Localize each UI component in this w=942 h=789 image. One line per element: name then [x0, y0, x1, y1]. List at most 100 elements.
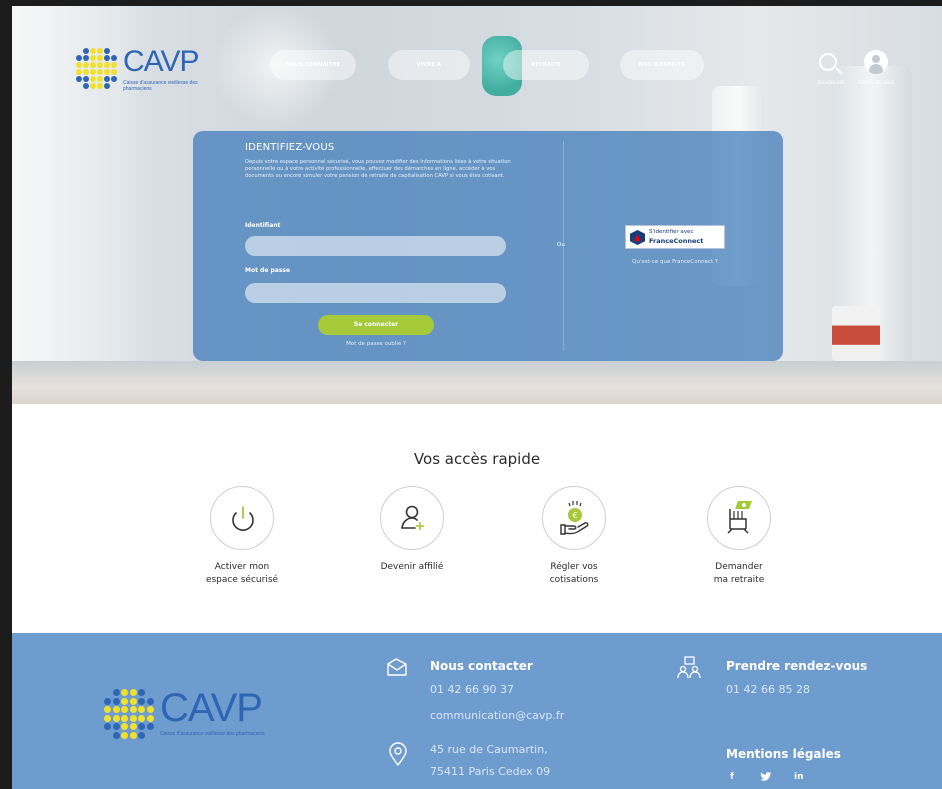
- logo-dot: [97, 48, 103, 54]
- logo-dot: [146, 706, 154, 713]
- logo-dot: [112, 706, 120, 713]
- quick-access-label: Devenir affilié: [352, 561, 472, 574]
- logo-dot: [97, 55, 103, 61]
- logo-dot: [121, 731, 128, 739]
- page: CAVP Caisse d'assurance vieillesse des p…: [12, 6, 942, 789]
- logo-dot: [104, 714, 111, 722]
- logo-dot: [112, 714, 120, 722]
- logo-dot: [138, 731, 145, 739]
- hero-box: [832, 306, 880, 361]
- logo-dot: [90, 76, 96, 82]
- nav-item-retraite[interactable]: RETRAITE: [503, 50, 589, 80]
- quick-access-label: Régler vos cotisations: [514, 561, 634, 587]
- nav-item-nos-bienfaits[interactable]: NOS BIENFAITS: [620, 50, 704, 80]
- logo-dot: [138, 706, 145, 713]
- quick-access-label-line1: Régler vos: [550, 562, 598, 572]
- contact-phone[interactable]: 01 42 66 90 37: [430, 683, 514, 696]
- logo-dot: [76, 55, 82, 61]
- logo-dot: [90, 62, 96, 68]
- logo-dot: [111, 76, 117, 82]
- appointment-title[interactable]: Prendre rendez-vous: [726, 659, 867, 673]
- search-icon-handle: [835, 67, 843, 75]
- logo-dot: [129, 706, 137, 713]
- appointment-phone[interactable]: 01 42 66 85 28: [726, 683, 810, 696]
- logo-dot: [83, 69, 89, 75]
- account-button[interactable]: ESPACE SÉCURISÉ: [858, 50, 894, 98]
- mail-icon: [387, 658, 407, 676]
- logo[interactable]: CAVP Caisse d'assurance vieillesse des p…: [76, 46, 216, 98]
- logo-dot: [97, 76, 103, 82]
- quick-access-label-line2: espace sécurisé: [205, 575, 279, 585]
- quick-access-circle: [707, 486, 771, 550]
- logo-dot: [76, 76, 82, 82]
- logo-dot: [90, 48, 96, 54]
- logo-dot: [83, 83, 89, 89]
- logo-dot: [83, 48, 89, 54]
- franceconnect-button[interactable]: S'identifier avec FranceConnect: [625, 225, 725, 249]
- logo-dot: [112, 689, 120, 696]
- logo-dot: [129, 723, 137, 730]
- identifiant-label: Identifiant: [245, 222, 281, 229]
- logo-dot: [104, 723, 111, 730]
- logo-dot: [104, 69, 110, 75]
- login-title: IDENTIFIEZ-VOUS: [245, 142, 335, 153]
- retirement-chair-icon: [727, 501, 752, 534]
- logo-dot: [112, 697, 120, 705]
- legal-link[interactable]: Mentions légales: [726, 747, 841, 761]
- linkedin-link[interactable]: in: [794, 772, 804, 782]
- logo-dot: [104, 76, 110, 82]
- logo-dot: [121, 723, 128, 730]
- search-button[interactable]: RECHERCHER: [815, 50, 845, 88]
- power-icon: [232, 506, 254, 531]
- logo-dot: [138, 689, 145, 696]
- logo-dot: [121, 689, 128, 696]
- login-description: Depuis votre espace personnel sécurisé, …: [245, 159, 511, 180]
- logo-dots-icon: [104, 689, 156, 741]
- logo-dot: [76, 62, 82, 68]
- or-label: Ou: [557, 242, 565, 248]
- login-card: IDENTIFIEZ-VOUS Depuis votre espace pers…: [193, 131, 783, 361]
- password-input[interactable]: [245, 283, 506, 303]
- facebook-link[interactable]: f: [730, 772, 734, 782]
- logo-dot: [104, 48, 110, 54]
- footer-logo-text: CAVP: [160, 686, 263, 730]
- logo-dot: [83, 55, 89, 61]
- logo-dot: [83, 76, 89, 82]
- logo-dot: [112, 723, 120, 730]
- logo-dot: [97, 69, 103, 75]
- hero-section: CAVP Caisse d'assurance vieillesse des p…: [12, 6, 942, 404]
- logo-dot: [97, 83, 103, 89]
- account-label: ESPACE SÉCURISÉ: [857, 80, 895, 85]
- logo-text: CAVP: [123, 45, 199, 78]
- twitter-icon[interactable]: [760, 772, 772, 782]
- logo-dot: [104, 706, 111, 713]
- logo-dot: [90, 55, 96, 61]
- quick-access-circle: [210, 486, 274, 550]
- nav-item-nous-connaitre[interactable]: NOUS CONNAÎTRE: [270, 50, 356, 80]
- logo-dot: [138, 714, 145, 722]
- logo-dot: [76, 69, 82, 75]
- password-label: Mot de passe: [245, 267, 291, 274]
- logo-dots-icon: [76, 48, 120, 92]
- quick-access-label: Activer mon espace sécurisé: [182, 561, 302, 587]
- contact-email[interactable]: communication@cavp.fr: [430, 709, 564, 722]
- logo-dot: [111, 69, 117, 75]
- logo-dot: [129, 689, 137, 696]
- forgot-password-link[interactable]: Mot de passe oublié ?: [311, 341, 441, 347]
- footer-logo[interactable]: CAVP Caisse d'assurance vieillesse des p…: [104, 687, 274, 745]
- coin-hand-icon: €: [560, 501, 589, 535]
- franceconnect-info-link[interactable]: Qu'est-ce que FranceConnect ?: [603, 259, 747, 265]
- login-button[interactable]: Se connecter: [318, 315, 434, 335]
- user-icon: [864, 50, 888, 74]
- logo-dot: [146, 697, 154, 705]
- logo-dot: [104, 62, 110, 68]
- franceconnect-icon: [630, 230, 645, 245]
- logo-dot: [104, 697, 111, 705]
- franceconnect-line2: FranceConnect: [649, 237, 704, 245]
- nav-item-vivre-a[interactable]: VIVRE A: [388, 50, 470, 80]
- identifiant-input[interactable]: [245, 236, 506, 256]
- logo-dot: [121, 714, 128, 722]
- quick-access-circle: [380, 486, 444, 550]
- quick-access-circle: €: [542, 486, 606, 550]
- logo-dot: [138, 723, 145, 730]
